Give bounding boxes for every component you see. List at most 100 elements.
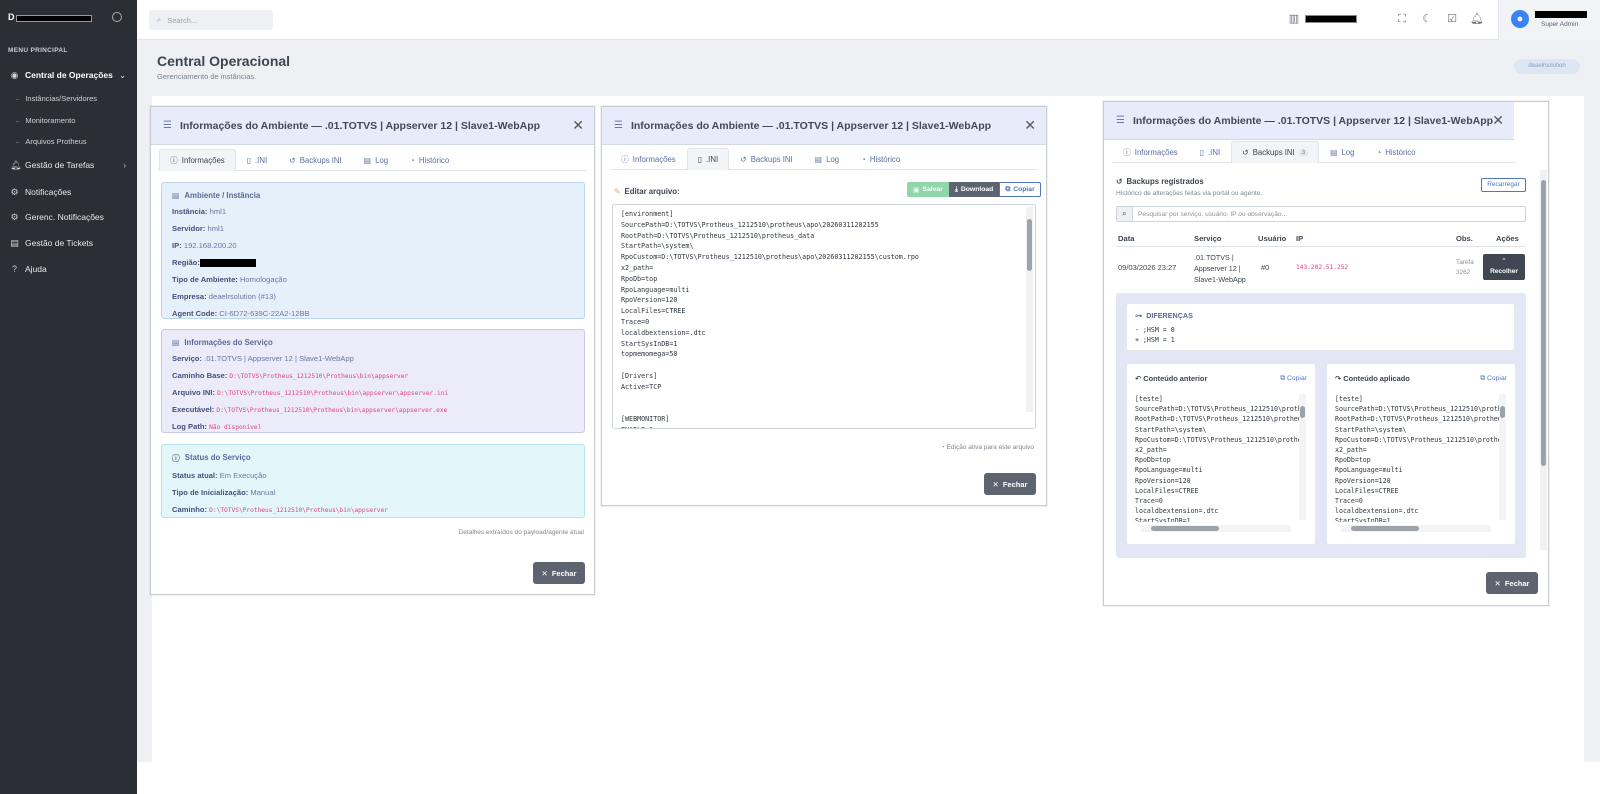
search-input[interactable]: Search... <box>167 16 197 25</box>
collapse-button[interactable]: ⌃ Recolher <box>1483 254 1525 280</box>
tab-informacoes[interactable]: ⓘ Informações <box>1112 141 1189 163</box>
save-button[interactable]: ▣ Salvar <box>907 182 949 197</box>
footer <box>137 762 1600 794</box>
copy-applied-button[interactable]: ⧉ Copiar <box>1480 375 1507 383</box>
close-button[interactable]: ✕ Fechar <box>1486 572 1538 594</box>
tab-log[interactable]: ▤ Log <box>804 148 850 170</box>
ini-editor[interactable]: [environment] SourcePath=D:\TOTVS\Prothe… <box>612 204 1036 429</box>
scroll-thumb[interactable] <box>1300 406 1305 418</box>
previous-hscroll[interactable] <box>1141 525 1291 532</box>
sidebar-item-gerenc-notificacoes[interactable]: ⚙ Gerenc. Notificações <box>10 212 130 222</box>
tab-label: Log <box>1341 148 1355 157</box>
tab-backups[interactable]: ↺ Backups INI <box>278 149 353 171</box>
label-text: Editar arquivo: <box>624 187 680 196</box>
applied-vscroll[interactable] <box>1499 394 1506 520</box>
column-header: IP <box>1296 234 1304 243</box>
tenant-badge[interactable]: deaelrsolution <box>1514 59 1580 74</box>
modal-title: Informações do Ambiente — .01.TOTVS | Ap… <box>1132 114 1494 127</box>
copy-button[interactable]: ⧉ Copiar <box>999 182 1041 197</box>
scroll-thumb[interactable] <box>1541 180 1546 466</box>
history-icon: ↺ <box>1116 177 1123 186</box>
sidebar-item-ajuda[interactable]: ? Ajuda <box>10 264 130 274</box>
file-icon: ▯ <box>246 156 251 165</box>
tab-ini[interactable]: ▯ .INI <box>236 149 278 171</box>
close-button[interactable]: ✕ Fechar <box>984 473 1036 495</box>
tab-backups[interactable]: ↺ Backups INI <box>729 148 804 170</box>
column-header: Ações <box>1496 234 1519 243</box>
row-user: #0 <box>1261 263 1270 272</box>
tab-informacoes[interactable]: ⓘ Informações <box>159 149 236 171</box>
bell-icon[interactable]: 🔔︎ <box>1470 12 1484 26</box>
scroll-thumb[interactable] <box>1351 526 1419 531</box>
backup-search-input[interactable]: Pesquisar por serviço, usuário, IP ou ob… <box>1133 211 1287 218</box>
ini-path-row: Arquivo INI: D:\TOTVS\Protheus_1212510\P… <box>172 388 574 397</box>
search-icon: ⌕ <box>157 15 162 24</box>
tab-informacoes[interactable]: ⓘ Informações <box>610 148 687 170</box>
close-icon: ✕ <box>541 568 548 578</box>
button-label: Copiar <box>1486 375 1507 382</box>
scroll-thumb[interactable] <box>1027 219 1032 271</box>
tab-historico[interactable]: ◔ Histórico <box>850 148 911 170</box>
modal-header: ☰ Informações do Ambiente — .01.TOTVS | … <box>1104 102 1514 140</box>
close-icon[interactable]: ✕ <box>1492 113 1504 127</box>
applied-hscroll[interactable] <box>1341 525 1491 532</box>
user-menu[interactable]: ● Super Admin <box>1498 0 1600 40</box>
table-row: 09/03/2026 23:27 .01.TOTVS | Appserver 1… <box>1116 248 1526 288</box>
close-button[interactable]: ✕ Fechar <box>533 562 585 584</box>
reload-button[interactable]: Recarregar <box>1481 178 1526 192</box>
sidebar-subitem-arquivos[interactable]: Arquivos Protheus <box>16 137 86 146</box>
sidebar-item-notificacoes[interactable]: ⚙ Notificações <box>10 187 130 197</box>
ini-modal: ☰ Informações do Ambiente — .01.TOTVS | … <box>601 106 1047 506</box>
tab-historico[interactable]: ◔ Histórico <box>399 149 460 171</box>
help-icon: ? <box>11 263 17 274</box>
tab-label: .INI <box>1208 148 1221 157</box>
sidebar-subitem-monitoramento[interactable]: Monitoramento <box>16 116 75 125</box>
scroll-thumb[interactable] <box>1151 526 1219 531</box>
title-text: DIFERENÇAS <box>1146 311 1193 320</box>
close-icon[interactable]: ✕ <box>1024 118 1036 132</box>
sidebar-item-central-operacoes[interactable]: ◉ Central de Operações ⌄ <box>10 70 130 80</box>
fullscreen-icon[interactable]: ⛶ <box>1395 12 1409 26</box>
column-header: Usuário <box>1258 234 1287 243</box>
server-icon: ☰ <box>614 120 623 131</box>
tab-historico[interactable]: ◔ Histórico <box>1365 141 1426 163</box>
building-icon[interactable]: ▥ <box>1287 12 1301 26</box>
applied-content-viewer[interactable]: [teste] SourcePath=D:\TOTVS\Protheus_121… <box>1335 394 1505 522</box>
sidebar: D MENU PRINCIPAL ◉ Central de Operações … <box>0 0 137 794</box>
sidebar-toggle-icon[interactable] <box>112 12 122 22</box>
modal-scrollbar[interactable] <box>1540 170 1547 550</box>
tab-label: Log <box>375 156 389 165</box>
tab-label: Log <box>826 155 840 164</box>
card-title: Ambiente / Instância <box>184 191 261 200</box>
sidebar-item-tickets[interactable]: ▤ Gestão de Tickets <box>10 238 130 248</box>
backup-search[interactable]: ⌕ Pesquisar por serviço, usuário, IP ou … <box>1116 206 1526 222</box>
tab-log[interactable]: ▤ Log <box>1319 141 1365 163</box>
scroll-thumb[interactable] <box>1500 406 1505 418</box>
tab-label: .INI <box>255 156 268 165</box>
sidebar-item-tarefas[interactable]: 🔔︎ Gestão de Tarefas › <box>10 160 130 170</box>
tab-ini[interactable]: ▯ .INI <box>1189 141 1231 163</box>
tab-label: Informações <box>1134 148 1178 157</box>
ini-content[interactable]: [environment] SourcePath=D:\TOTVS\Prothe… <box>621 209 919 428</box>
tab-backups[interactable]: ↺ Backups INI 3 <box>1231 141 1320 163</box>
moon-icon[interactable]: ☾ <box>1420 12 1434 26</box>
company-selector-redacted[interactable] <box>1305 15 1357 23</box>
modal-title: Informações do Ambiente — .01.TOTVS | Ap… <box>179 119 541 132</box>
previous-vscroll[interactable] <box>1299 394 1306 520</box>
save-icon: ▣ <box>913 186 920 194</box>
checklist-icon[interactable]: ☑ <box>1445 12 1459 26</box>
close-icon[interactable]: ✕ <box>572 118 584 132</box>
copy-previous-button[interactable]: ⧉ Copiar <box>1280 375 1307 383</box>
search-box[interactable]: ⌕ Search... <box>149 10 273 30</box>
brand-logo[interactable]: D <box>8 12 15 22</box>
sidebar-subitem-instancias[interactable]: Instâncias/Servidores <box>16 94 97 103</box>
editor-scrollbar[interactable] <box>1026 207 1033 412</box>
sidebar-item-label: Gestão de Tarefas <box>25 160 95 170</box>
tab-ini[interactable]: ▯ .INI <box>686 148 730 170</box>
tab-log[interactable]: ▤ Log <box>353 149 399 171</box>
region-row: Região: <box>172 258 574 267</box>
status-row: Status atual: Em Execução <box>172 471 574 480</box>
download-button[interactable]: ⤓ Download <box>948 182 1000 197</box>
log-path-value: Não disponível <box>209 424 262 431</box>
previous-content-viewer[interactable]: [teste] SourcePath=D:\TOTVS\Protheus_121… <box>1135 394 1305 522</box>
